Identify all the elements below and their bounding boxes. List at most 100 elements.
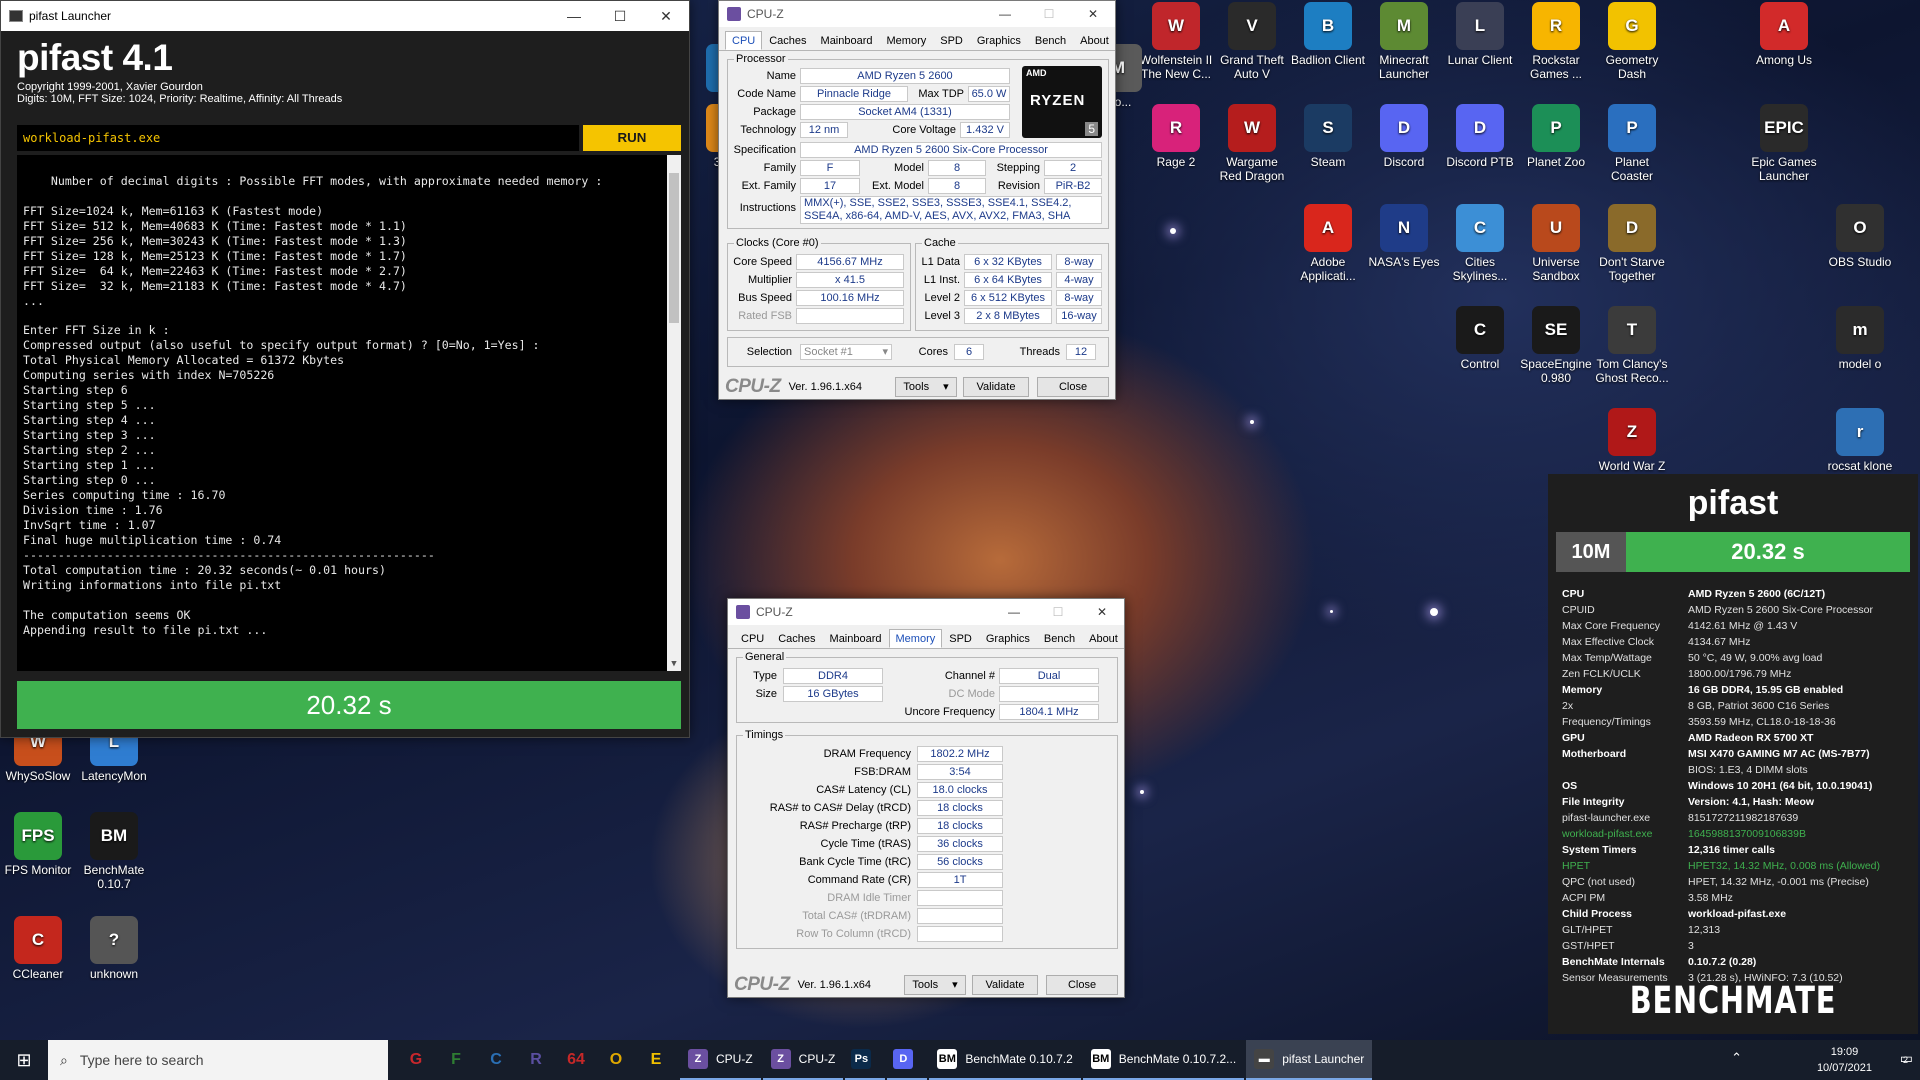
system-clock[interactable]: 19:09 10/07/2021 [1817, 1044, 1872, 1076]
desktop-icon[interactable]: T Tom Clancy's Ghost Reco... [1594, 306, 1670, 385]
tab-memory[interactable]: Memory [880, 31, 934, 50]
tab-memory[interactable]: Memory [888, 629, 943, 648]
desktop-icon[interactable]: C CCleaner [0, 916, 76, 981]
scroll-thumb[interactable] [669, 173, 679, 323]
desktop-icon[interactable]: B Badlion Client [1290, 2, 1366, 67]
tab-spd[interactable]: SPD [942, 629, 979, 648]
search-box[interactable]: ⌕ Type here to search [48, 1040, 388, 1080]
pinned-app-icon[interactable]: E [636, 1040, 676, 1080]
taskbar-app-button[interactable]: Ps [845, 1040, 886, 1080]
validate-button[interactable]: Validate [972, 975, 1038, 995]
console-scrollbar[interactable]: ▲ ▼ [667, 155, 681, 671]
desktop-icon[interactable]: M Minecraft Launcher [1366, 2, 1442, 81]
desktop-icon[interactable]: FPS FPS Monitor [0, 812, 76, 877]
tab-graphics[interactable]: Graphics [970, 31, 1028, 50]
cpuz-title-bar[interactable]: CPU-Z — ☐ ✕ [719, 1, 1115, 27]
desktop-icon[interactable]: R Rage 2 [1138, 104, 1214, 169]
row-key: 2x [1562, 700, 1574, 712]
desktop-icon[interactable]: D Discord [1366, 104, 1442, 169]
close-button[interactable]: Close [1046, 975, 1118, 995]
minimize-icon[interactable]: — [551, 1, 597, 31]
socket-select[interactable]: Socket #1 ▾ [800, 344, 892, 360]
tab-mainboard[interactable]: Mainboard [814, 31, 880, 50]
desktop-icon[interactable]: R Rockstar Games ... [1518, 2, 1594, 81]
desktop-icon[interactable]: P Planet Coaster [1594, 104, 1670, 183]
row-key: pifast-launcher.exe [1562, 812, 1651, 824]
cpuz-window-title: CPU-Z [756, 605, 793, 619]
close-button[interactable]: Close [1037, 377, 1109, 397]
tab-cpu[interactable]: CPU [725, 31, 763, 50]
close-icon[interactable]: ✕ [1080, 599, 1124, 625]
close-icon[interactable]: ✕ [1071, 1, 1115, 27]
pinned-app-icon[interactable]: F [436, 1040, 476, 1080]
tab-spd[interactable]: SPD [933, 31, 970, 50]
desktop-icon[interactable]: N NASA's Eyes [1366, 204, 1442, 269]
tab-bench[interactable]: Bench [1028, 31, 1073, 50]
benchmate-row: ACPI PM 3.58 MHz [1562, 890, 1910, 906]
tab-mainboard[interactable]: Mainboard [823, 629, 889, 648]
general-group: General Type DDR4 Size 16 GBytes Channel… [736, 651, 1118, 723]
desktop-icon[interactable]: r rocsat klone [1822, 408, 1898, 473]
taskbar-app-button[interactable]: BM BenchMate 0.10.7.2 [929, 1040, 1081, 1080]
desktop-icon[interactable]: V Grand Theft Auto V [1214, 2, 1290, 81]
tab-about[interactable]: About [1082, 629, 1125, 648]
tab-cpu[interactable]: CPU [734, 629, 771, 648]
tab-caches[interactable]: Caches [771, 629, 822, 648]
windows-start-icon[interactable]: ⊞ [0, 1040, 48, 1080]
taskbar-app-button[interactable]: ▬ pifast Launcher [1246, 1040, 1373, 1080]
desktop-icon[interactable]: O OBS Studio [1822, 204, 1898, 269]
pifast-title-bar[interactable]: pifast Launcher — ☐ ✕ [1, 1, 689, 31]
taskbar-app-button[interactable]: D [887, 1040, 928, 1080]
maximize-icon[interactable]: ☐ [1027, 1, 1071, 27]
notification-icon[interactable]: ▭2 [1900, 1050, 1913, 1067]
tab-about[interactable]: About [1073, 31, 1116, 50]
desktop-icon[interactable]: C Cities Skylines... [1442, 204, 1518, 283]
pinned-app-icon[interactable]: O [596, 1040, 636, 1080]
validate-button[interactable]: Validate [963, 377, 1029, 397]
minimize-icon[interactable]: — [983, 1, 1027, 27]
pinned-app-icon[interactable]: C [476, 1040, 516, 1080]
maximize-icon[interactable]: ☐ [597, 1, 643, 31]
multiplier-value: x 41.5 [796, 272, 904, 288]
desktop-icon[interactable]: A Adobe Applicati... [1290, 204, 1366, 283]
desktop-icon[interactable]: L Lunar Client [1442, 2, 1518, 67]
desktop-icon[interactable]: P Planet Zoo [1518, 104, 1594, 169]
desktop-icon[interactable]: A Among Us [1746, 2, 1822, 67]
tray-chevron-icon[interactable]: ⌃ [1731, 1050, 1742, 1066]
row-key: GST/HPET [1562, 940, 1615, 952]
pinned-app-icon[interactable]: R [516, 1040, 556, 1080]
desktop-icon[interactable]: U Universe Sandbox [1518, 204, 1594, 283]
minimize-icon[interactable]: — [992, 599, 1036, 625]
maximize-icon[interactable]: ☐ [1036, 599, 1080, 625]
desktop-icon-label: Among Us [1755, 53, 1813, 67]
taskbar-app-button[interactable]: Z CPU-Z [762, 1040, 844, 1080]
cpuz-title-bar[interactable]: CPU-Z — ☐ ✕ [728, 599, 1124, 625]
desktop-icon[interactable]: D Don't Starve Together [1594, 204, 1670, 283]
taskbar-app-button[interactable]: Z CPU-Z [680, 1040, 761, 1080]
tab-bench[interactable]: Bench [1037, 629, 1082, 648]
tools-button[interactable]: Tools ▾ [895, 377, 957, 397]
desktop-icon[interactable]: S Steam [1290, 104, 1366, 169]
desktop-icon[interactable]: BM BenchMate 0.10.7 [76, 812, 152, 891]
desktop-icon[interactable]: W Wargame Red Dragon [1214, 104, 1290, 183]
desktop-icon[interactable]: G Geometry Dash [1594, 2, 1670, 81]
desktop-icon[interactable]: EPIC Epic Games Launcher [1746, 104, 1822, 183]
desktop-icon[interactable]: SE SpaceEngine 0.980 [1518, 306, 1594, 385]
desktop-icon[interactable]: m model o [1822, 306, 1898, 371]
desktop-icon[interactable]: Z World War Z [1594, 408, 1670, 473]
run-button[interactable]: RUN [583, 125, 681, 151]
desktop-icon[interactable]: ? unknown [76, 916, 152, 981]
scroll-down-icon[interactable]: ▼ [667, 657, 681, 671]
pinned-app-icon[interactable]: 64 [556, 1040, 596, 1080]
cpuz-app-icon [727, 7, 741, 21]
tools-button[interactable]: Tools ▾ [904, 975, 966, 995]
tab-caches[interactable]: Caches [762, 31, 813, 50]
desktop-icon[interactable]: D Discord PTB [1442, 104, 1518, 169]
workload-command-field[interactable]: workload-pifast.exe [17, 125, 579, 151]
pinned-app-icon[interactable]: G [396, 1040, 436, 1080]
taskbar-app-button[interactable]: BM BenchMate 0.10.7.2... [1082, 1040, 1245, 1080]
close-icon[interactable]: ✕ [643, 1, 689, 31]
benchmate-row: GPU AMD Radeon RX 5700 XT [1562, 730, 1910, 746]
tab-graphics[interactable]: Graphics [979, 629, 1037, 648]
desktop-icon[interactable]: C Control [1442, 306, 1518, 371]
